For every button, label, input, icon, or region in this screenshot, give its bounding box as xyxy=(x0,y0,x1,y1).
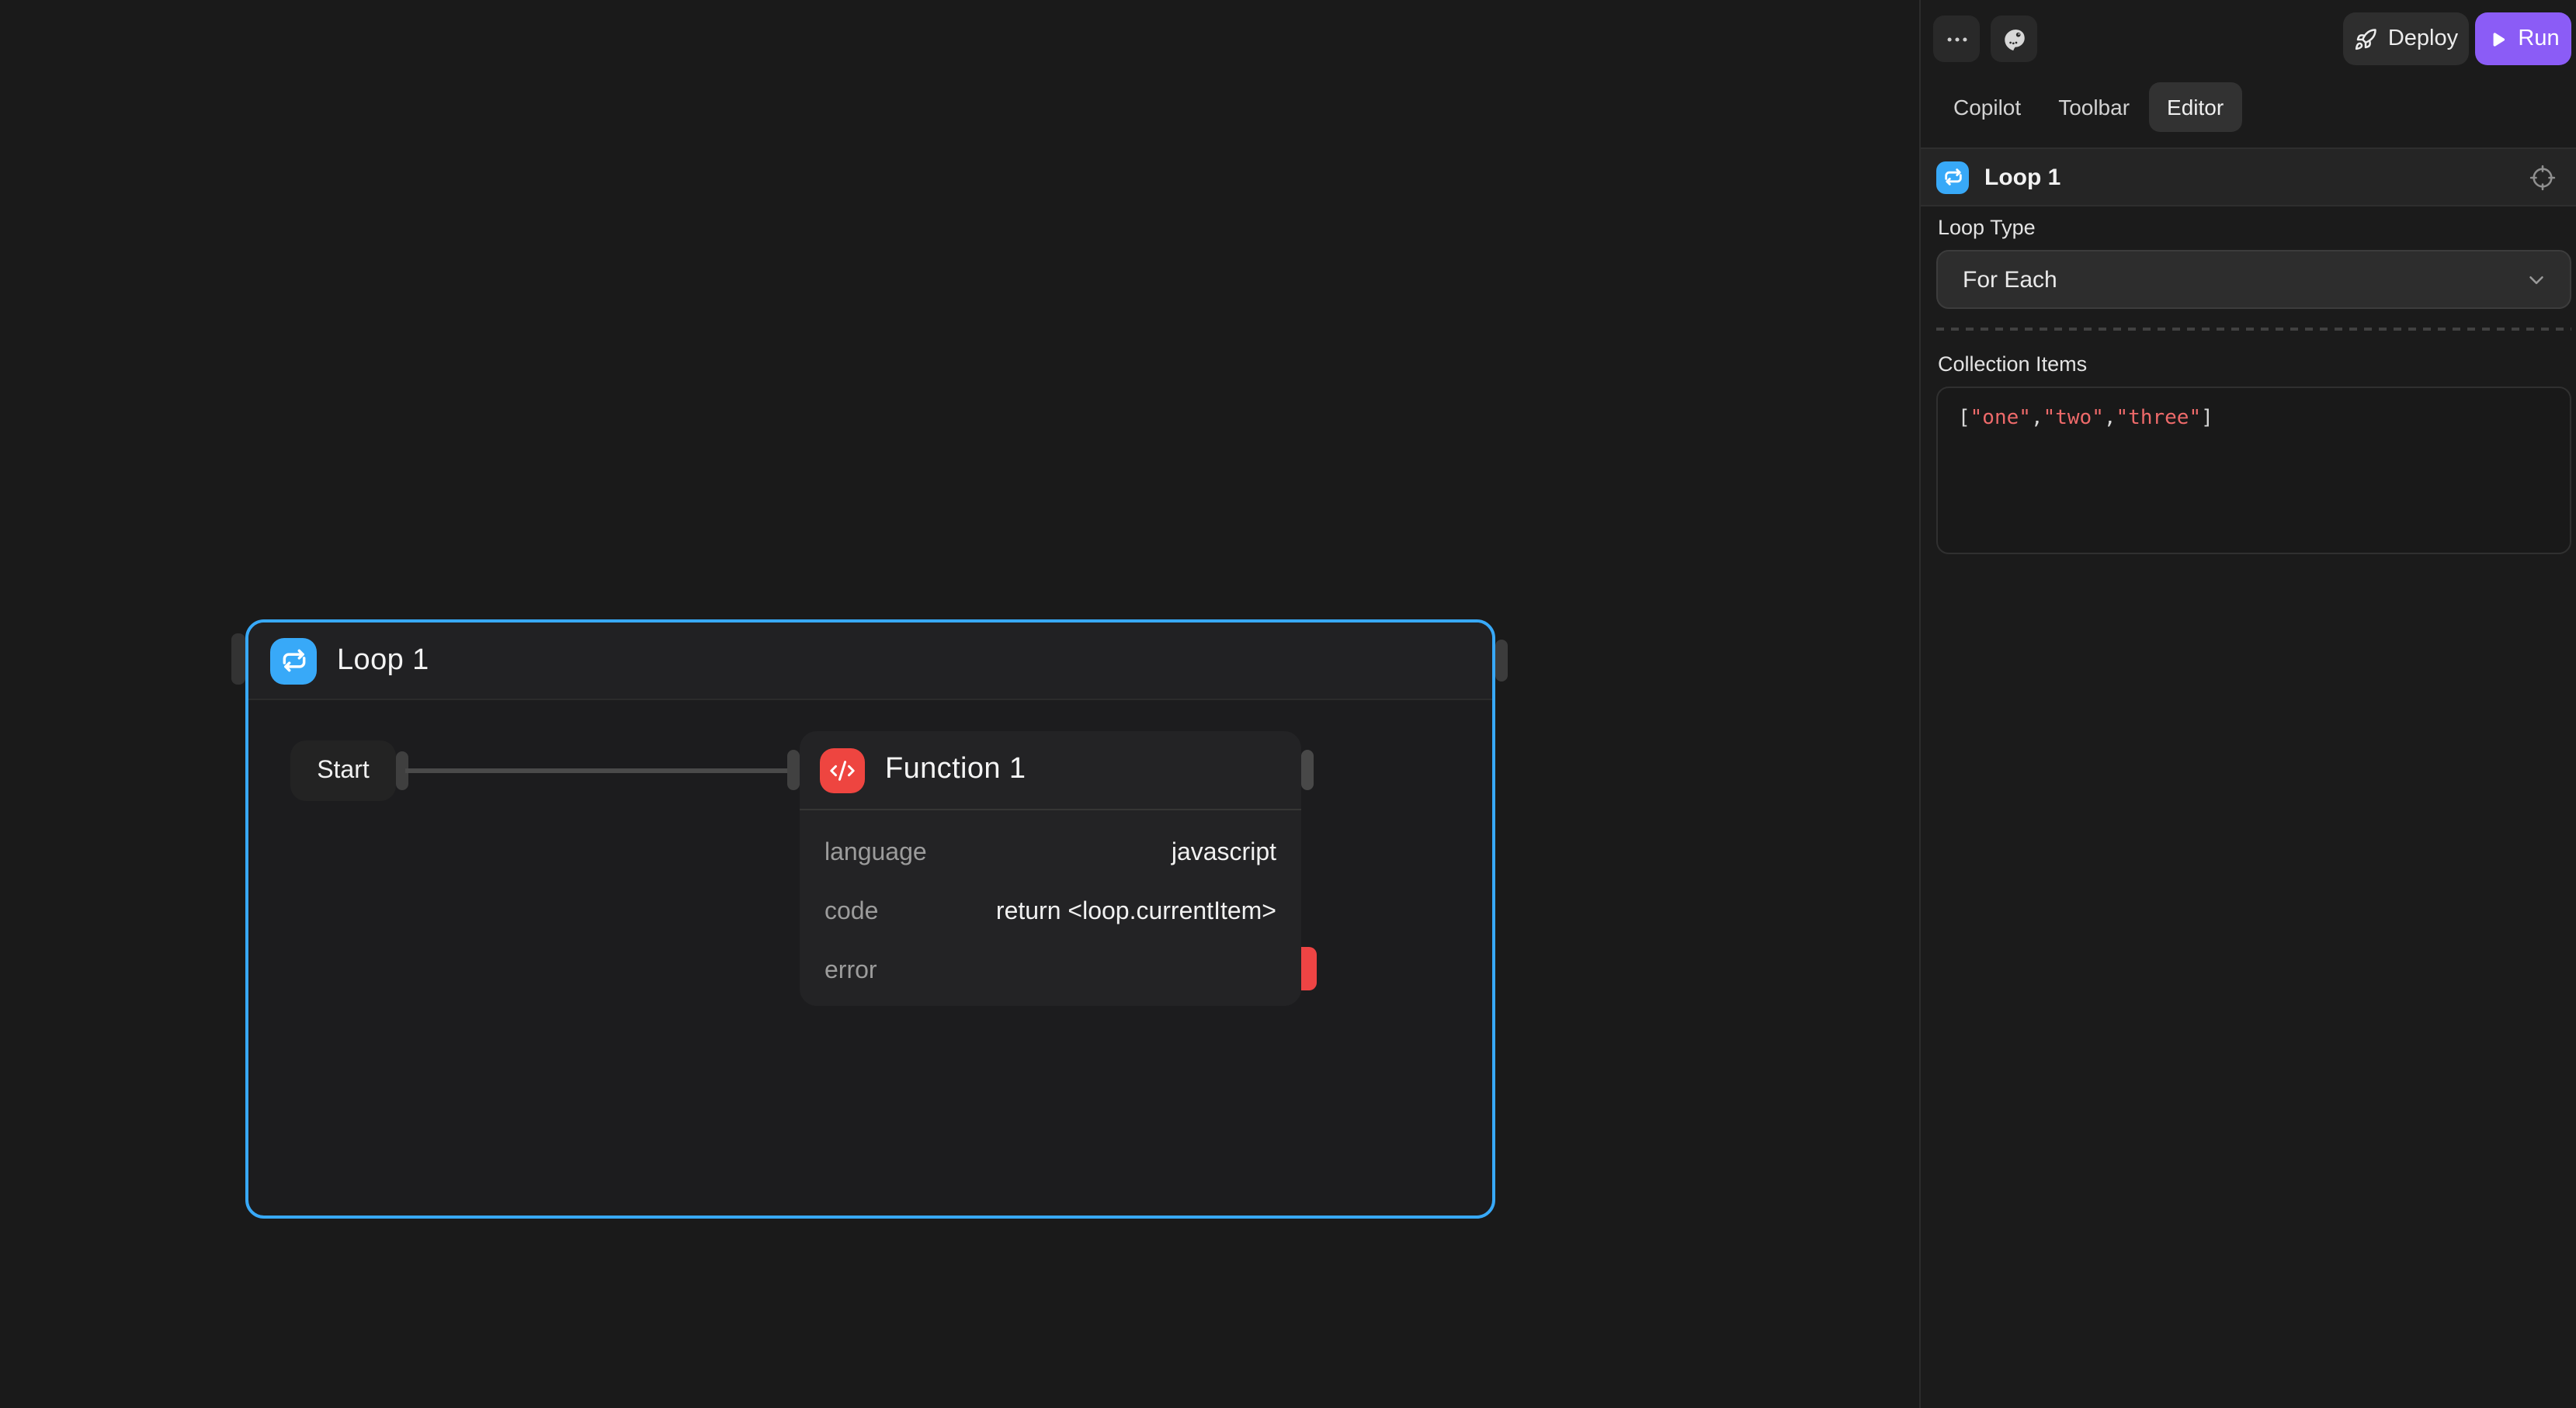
function-node-fields: language javascript code return <loop.cu… xyxy=(800,810,1301,1001)
code-token: "one" xyxy=(1970,407,2031,430)
deploy-button-label: Deploy xyxy=(2388,26,2458,51)
connection-edge xyxy=(405,768,789,772)
function-node-header[interactable]: Function 1 xyxy=(800,731,1301,810)
panel-topbar: Deploy Run xyxy=(1921,0,2576,79)
panel-tabs: Copilot Toolbar Editor xyxy=(1935,82,2242,132)
function-node[interactable]: Function 1 language javascript code retu… xyxy=(800,731,1301,1006)
loop-type-value: For Each xyxy=(1963,266,2525,293)
loop-output-port[interactable] xyxy=(1495,640,1508,681)
fish-icon xyxy=(2001,26,2027,52)
loop-icon xyxy=(1936,161,1969,193)
loop-type-label: Loop Type xyxy=(1938,216,2036,239)
loop-icon xyxy=(270,637,317,684)
tab-copilot[interactable]: Copilot xyxy=(1935,82,2040,132)
function-error-port[interactable] xyxy=(1301,947,1317,990)
code-token: "two" xyxy=(2043,407,2104,430)
function-node-title: Function 1 xyxy=(885,753,1026,787)
code-token: "three" xyxy=(2116,407,2202,430)
loop-node[interactable]: Loop 1 Start xyxy=(245,619,1495,1219)
tab-toolbar[interactable]: Toolbar xyxy=(2040,82,2148,132)
selected-node-title: Loop 1 xyxy=(1984,164,2529,190)
collection-items-label: Collection Items xyxy=(1938,352,2087,376)
more-options-button[interactable] xyxy=(1933,16,1980,62)
loop-type-select[interactable]: For Each xyxy=(1936,250,2571,309)
code-icon xyxy=(820,747,865,792)
run-button-label: Run xyxy=(2518,26,2559,51)
field-row-error: error xyxy=(825,942,1276,1001)
field-label: code xyxy=(825,899,878,927)
rocket-icon xyxy=(2354,27,2377,50)
field-value: javascript xyxy=(1172,840,1276,868)
collection-items-input[interactable]: ["one","two","three"] xyxy=(1936,387,2571,554)
chevron-down-icon xyxy=(2525,268,2548,291)
play-icon xyxy=(2487,29,2507,49)
focus-node-button[interactable] xyxy=(2529,164,2556,190)
app-window: Loop 1 Start xyxy=(0,0,2576,1408)
section-divider xyxy=(1936,328,2571,331)
function-input-port[interactable] xyxy=(787,750,800,790)
tab-editor[interactable]: Editor xyxy=(2148,82,2242,132)
field-label: language xyxy=(825,840,927,868)
assistant-button[interactable] xyxy=(1991,16,2037,62)
code-token: , xyxy=(2031,407,2043,430)
flow-canvas[interactable]: Loop 1 Start xyxy=(0,0,1919,1408)
field-label: error xyxy=(825,958,877,986)
code-token: , xyxy=(2104,407,2116,430)
code-token: [ xyxy=(1958,407,1970,430)
start-node-label: Start xyxy=(317,757,370,785)
ellipsis-icon xyxy=(1943,26,1970,52)
code-token: ] xyxy=(2201,407,2213,430)
config-panel: Deploy Run Copilot Toolbar Editor xyxy=(1919,0,2576,1408)
run-button[interactable]: Run xyxy=(2475,12,2571,65)
selected-node-header[interactable]: Loop 1 xyxy=(1921,147,2576,206)
field-value: return <loop.currentItem> xyxy=(996,899,1276,927)
deploy-button[interactable]: Deploy xyxy=(2343,12,2469,65)
start-node[interactable]: Start xyxy=(290,740,396,801)
loop-node-header[interactable]: Loop 1 xyxy=(248,623,1492,700)
function-output-port[interactable] xyxy=(1301,750,1314,790)
loop-node-title: Loop 1 xyxy=(337,643,429,678)
crosshair-icon xyxy=(2529,164,2556,190)
loop-input-port[interactable] xyxy=(231,633,245,685)
field-row-language: language javascript xyxy=(825,824,1276,883)
field-row-code: code return <loop.currentItem> xyxy=(825,883,1276,942)
